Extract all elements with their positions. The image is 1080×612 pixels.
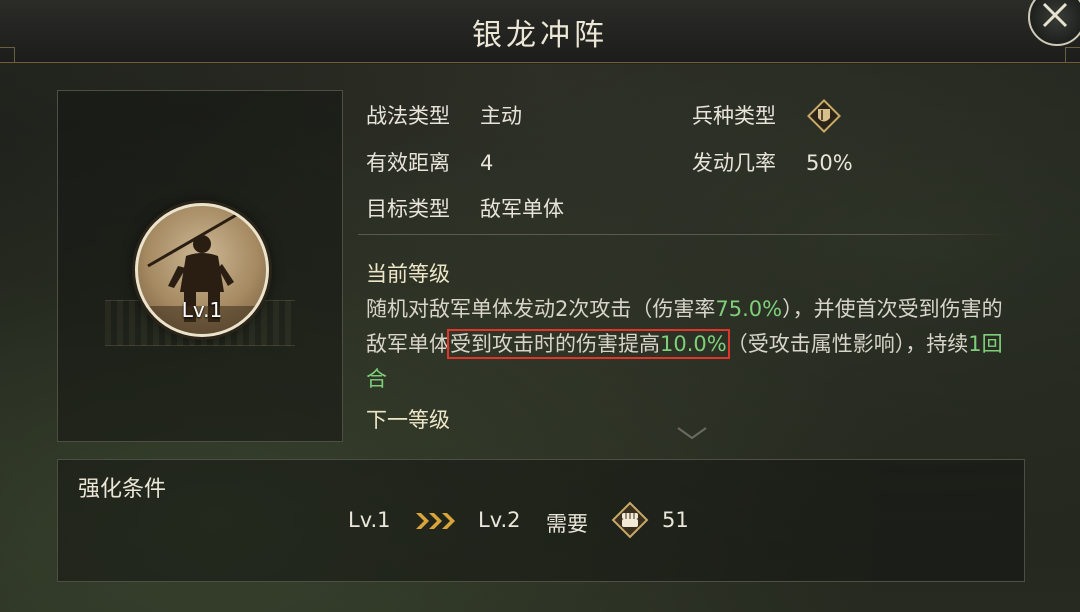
page-title: 银龙冲阵 — [472, 18, 608, 53]
title-bar: 银龙冲阵 — [0, 0, 1080, 63]
damage-rate-value: 75.0% — [715, 297, 783, 321]
current-level-description: 随机对敌军单体发动2次攻击（伤害率75.0%），并使首次受到伤害的敌军单体受到攻… — [366, 292, 1016, 397]
stat-label: 发动几率 — [692, 151, 776, 175]
upgrade-need-label: 需要 — [546, 512, 588, 536]
stat-target: 目标类型 敌军单体 — [366, 193, 564, 223]
stat-value: 4 — [480, 151, 494, 175]
stat-label: 战法类型 — [366, 104, 450, 128]
upgrade-to-level: Lv.2 — [478, 508, 521, 532]
upgrade-from-level: Lv.1 — [348, 508, 391, 532]
divider — [358, 234, 1010, 235]
stat-trigger-rate: 发动几率 50% — [692, 147, 853, 177]
upgrade-cost: 51 — [662, 508, 689, 532]
stat-label: 目标类型 — [366, 197, 450, 221]
stat-value: 50% — [806, 151, 853, 175]
chevron-down-icon[interactable] — [676, 426, 708, 442]
current-level-label: 当前等级 — [366, 262, 450, 286]
corner-ornament — [1065, 47, 1080, 62]
shield-icon[interactable] — [806, 98, 842, 134]
stat-tactic-type: 战法类型 主动 — [366, 100, 522, 130]
fist-icon — [611, 501, 649, 539]
desc-text: （受攻击属性影响），持续 — [726, 332, 969, 356]
next-level-label: 下一等级 — [366, 408, 450, 432]
stat-troop-type: 兵种类型 — [692, 100, 776, 130]
upgrade-title: 强化条件 — [78, 477, 167, 502]
corner-ornament — [0, 47, 15, 62]
tactic-portrait: Lv.1 — [135, 203, 269, 337]
close-icon — [1042, 2, 1068, 28]
stat-label: 有效距离 — [366, 151, 450, 175]
upgrade-panel — [57, 459, 1025, 582]
stat-value: 主动 — [480, 104, 522, 128]
damage-increase-value: 10.0% — [660, 332, 727, 356]
stat-label: 兵种类型 — [692, 104, 776, 128]
stat-value: 敌军单体 — [480, 197, 564, 221]
desc-text: 随机对敌军单体发动2次攻击（伤害率 — [366, 297, 716, 321]
portrait-level: Lv.1 — [181, 298, 223, 322]
stat-range: 有效距离 4 — [366, 147, 493, 177]
arrows-right-icon — [416, 513, 455, 529]
desc-highlight-text: 受到攻击时的伤害提高 — [450, 332, 660, 356]
